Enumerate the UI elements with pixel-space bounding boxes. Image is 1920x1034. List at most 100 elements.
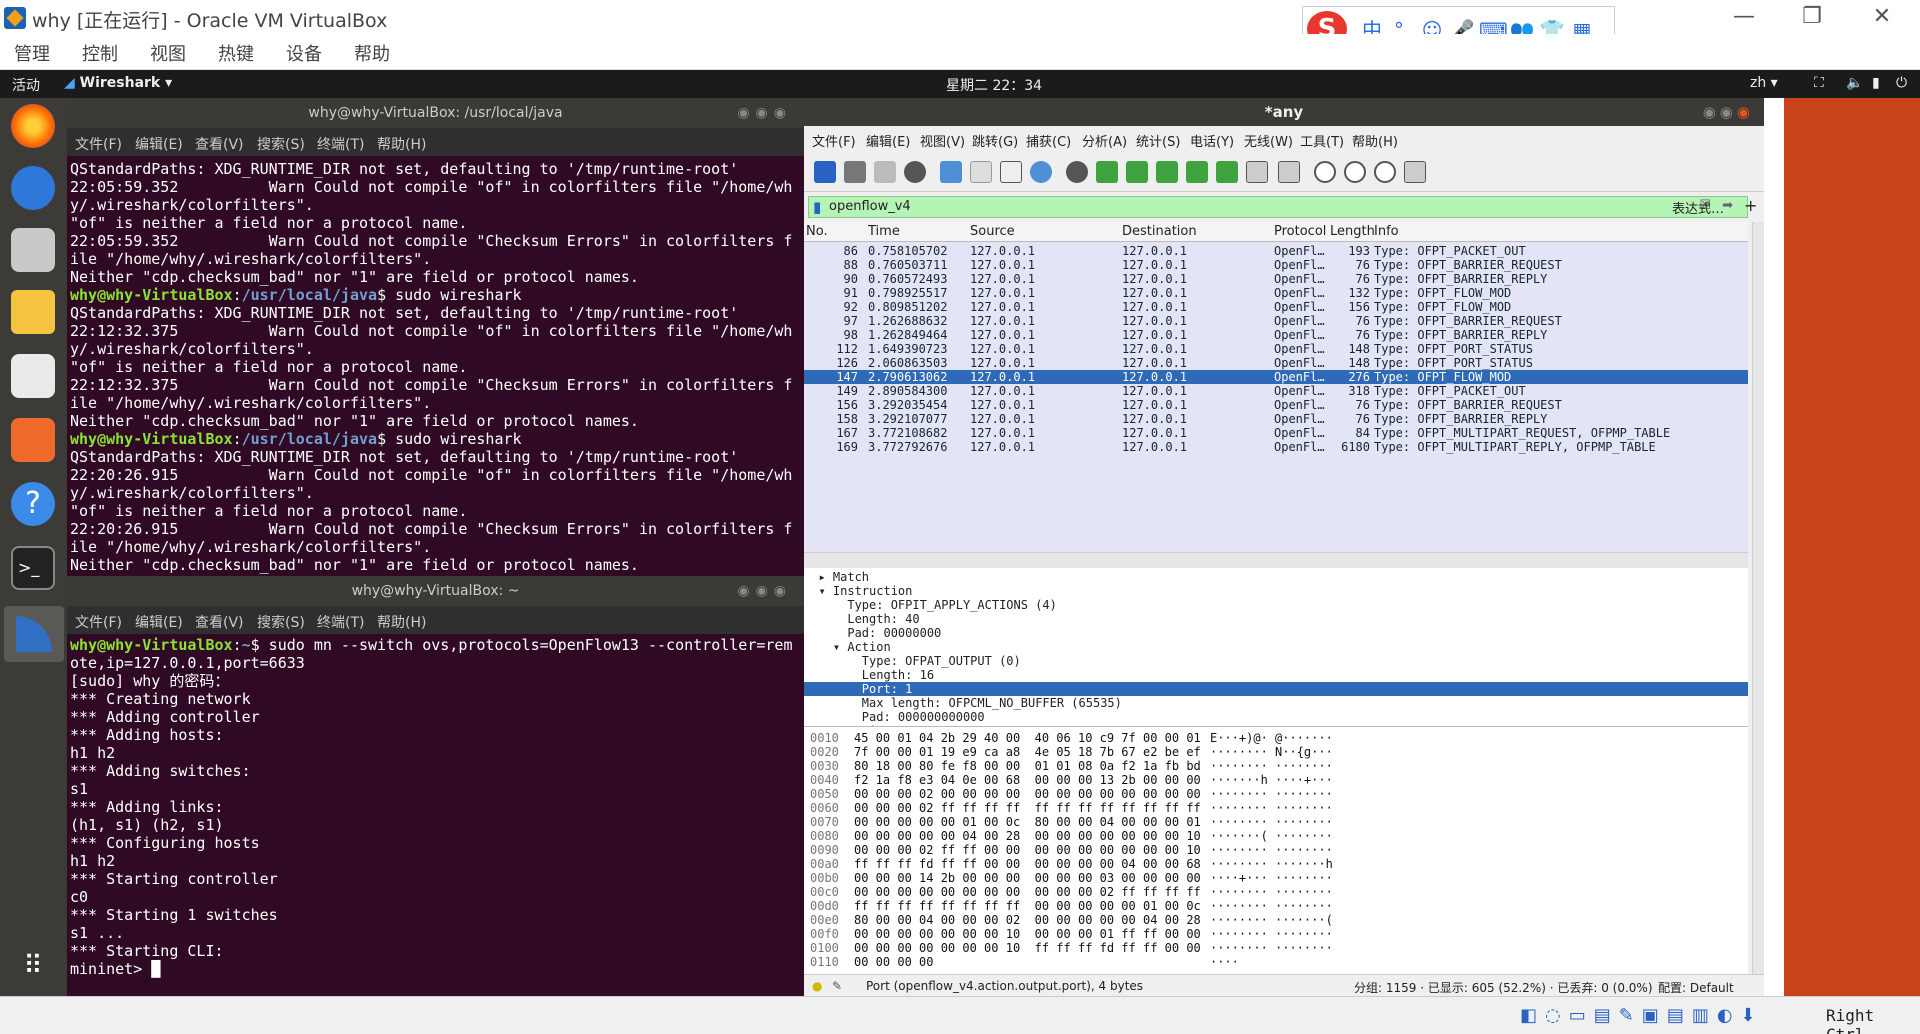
detail-node[interactable]: Type: OFPIT_APPLY_ACTIONS (4) xyxy=(804,598,1748,612)
expert-info-icon[interactable]: ● xyxy=(812,979,822,993)
ws-menu-analyze[interactable]: 分析(A) xyxy=(1082,131,1127,150)
t2-menu-terminal[interactable]: 终端(T) xyxy=(317,612,364,632)
t2-menu-edit[interactable]: 编辑(E) xyxy=(135,612,183,632)
packet-row[interactable]: 97 1.262688632 127.0.0.1 127.0.0.1 OpenFl… 76… xyxy=(804,314,1748,328)
packet-row[interactable]: 156 3.292035454 127.0.0.1 127.0.0.1 OpenFl… 7… xyxy=(804,398,1748,412)
go-to-packet-icon[interactable] xyxy=(1156,161,1178,183)
col-time[interactable]: Time xyxy=(868,224,900,239)
ws-menu-telephony[interactable]: 电话(Y) xyxy=(1190,131,1234,150)
save-file-icon[interactable] xyxy=(970,161,992,183)
packet-row[interactable]: 88 0.760503711 127.0.0.1 127.0.0.1 OpenFl… 76… xyxy=(804,258,1748,272)
packet-row[interactable]: 167 3.772108682 127.0.0.1 127.0.0.1 OpenFl… 8… xyxy=(804,426,1748,440)
packet-row[interactable]: 90 0.760572493 127.0.0.1 127.0.0.1 OpenFl… 76… xyxy=(804,272,1748,286)
detail-node[interactable]: ▸ Match xyxy=(804,570,1748,584)
expression-button[interactable]: 表达式… xyxy=(1672,198,1724,217)
packet-row[interactable]: 98 1.262849464 127.0.0.1 127.0.0.1 OpenFl… 76… xyxy=(804,328,1748,342)
packet-bytes-pane[interactable]: 0010 45 00 01 04 2b 29 40 00 40 06 10 c9 … xyxy=(804,726,1748,974)
edit-comment-icon[interactable]: ✎ xyxy=(832,979,842,993)
bytes-vscrollbar[interactable] xyxy=(1752,726,1764,974)
packet-row[interactable]: 92 0.809851202 127.0.0.1 127.0.0.1 OpenFl… 15… xyxy=(804,300,1748,314)
detail-node[interactable]: ▾ Instruction xyxy=(804,584,1748,598)
packet-row[interactable]: 147 2.790613062 127.0.0.1 127.0.0.1 OpenFl… 2… xyxy=(804,370,1748,384)
col-length[interactable]: Length xyxy=(1330,224,1375,239)
terminal1-window-controls[interactable]: ◉◉◉ xyxy=(737,98,792,128)
t1-menu-terminal[interactable]: 终端(T) xyxy=(317,134,364,154)
terminal2-output[interactable]: why@why-VirtualBox:~$ sudo mn --switch o… xyxy=(67,634,804,996)
ws-menu-edit[interactable]: 编辑(E) xyxy=(866,131,910,150)
display-filter-bar[interactable]: ▮ openflow_v4 ☒ ➡ xyxy=(808,196,1748,218)
t1-menu-search[interactable]: 搜索(S) xyxy=(257,134,305,154)
autoscroll-icon[interactable] xyxy=(1246,161,1268,183)
restore-icon[interactable]: ❐ xyxy=(1792,4,1832,29)
packet-row[interactable]: 112 1.649390723 127.0.0.1 127.0.0.1 OpenFl… 1… xyxy=(804,342,1748,356)
packet-list-vscrollbar[interactable] xyxy=(1752,222,1764,568)
vbox-menu-view[interactable]: 视图 xyxy=(150,40,186,66)
go-forward-icon[interactable] xyxy=(1126,161,1148,183)
help-icon[interactable]: ? xyxy=(11,482,55,526)
zoom-normal-icon[interactable] xyxy=(1374,161,1396,183)
packet-list-hscrollbar[interactable] xyxy=(804,552,1748,568)
packet-row[interactable]: 149 2.890584300 127.0.0.1 127.0.0.1 OpenFl… 3… xyxy=(804,384,1748,398)
detail-node[interactable]: Length: 40 xyxy=(804,612,1748,626)
bookmark-icon[interactable]: ▮ xyxy=(813,198,821,216)
open-file-icon[interactable] xyxy=(940,161,962,183)
detail-node[interactable]: ▾ Action xyxy=(804,640,1748,654)
vbox-menu-hotkey[interactable]: 热键 xyxy=(218,40,254,66)
ws-menu-file[interactable]: 文件(F) xyxy=(812,131,856,150)
packet-row[interactable]: 169 3.772792676 127.0.0.1 127.0.0.1 OpenFl… 6… xyxy=(804,440,1748,454)
col-protocol[interactable]: Protocol xyxy=(1274,224,1326,239)
details-vscrollbar[interactable] xyxy=(1752,568,1764,726)
col-info[interactable]: Info xyxy=(1374,224,1399,239)
software-center-icon[interactable] xyxy=(11,418,55,462)
t2-menu-help[interactable]: 帮助(H) xyxy=(377,612,426,632)
t1-menu-edit[interactable]: 编辑(E) xyxy=(135,134,183,154)
ws-menu-capture[interactable]: 捕获(C) xyxy=(1026,131,1071,150)
t2-menu-search[interactable]: 搜索(S) xyxy=(257,612,305,632)
thunderbird-icon[interactable] xyxy=(11,166,55,210)
activities-button[interactable]: 活动 xyxy=(12,75,40,95)
t2-menu-view[interactable]: 查看(V) xyxy=(195,612,244,632)
network-icon[interactable]: ⛶ xyxy=(1814,75,1824,91)
last-packet-icon[interactable] xyxy=(1216,161,1238,183)
reload-icon[interactable] xyxy=(1030,161,1052,183)
language-indicator[interactable]: zh ▾ xyxy=(1750,75,1778,91)
filter-input[interactable]: openflow_v4 xyxy=(829,199,911,214)
detail-node[interactable]: Pad: 00000000 xyxy=(804,626,1748,640)
files-icon[interactable] xyxy=(11,228,55,272)
zoom-out-icon[interactable] xyxy=(1344,161,1366,183)
vbox-menu-devices[interactable]: 设备 xyxy=(286,40,322,66)
terminal1-output[interactable]: QStandardPaths: XDG_RUNTIME_DIR not set,… xyxy=(67,156,804,576)
ws-menu-view[interactable]: 视图(V) xyxy=(920,131,965,150)
packet-row[interactable]: 158 3.292107077 127.0.0.1 127.0.0.1 OpenFl… 7… xyxy=(804,412,1748,426)
close-file-icon[interactable] xyxy=(1000,161,1022,183)
col-source[interactable]: Source xyxy=(970,224,1015,239)
power-icon[interactable]: ⏻ xyxy=(1896,75,1907,91)
restart-capture-icon[interactable] xyxy=(874,161,896,183)
clock[interactable]: 星期二 22：34 xyxy=(946,75,1042,95)
col-destination[interactable]: Destination xyxy=(1122,224,1197,239)
find-packet-icon[interactable] xyxy=(1066,161,1088,183)
close-icon[interactable]: ✕ xyxy=(1862,4,1902,29)
add-filter-button[interactable]: + xyxy=(1744,196,1757,215)
rhythmbox-icon[interactable] xyxy=(11,290,55,334)
t1-menu-file[interactable]: 文件(F) xyxy=(75,134,122,154)
ws-menu-wireless[interactable]: 无线(W) xyxy=(1244,131,1293,150)
battery-icon[interactable]: ▮ xyxy=(1872,75,1880,91)
colorize-icon[interactable] xyxy=(1278,161,1300,183)
vbox-menu-help[interactable]: 帮助 xyxy=(354,40,390,66)
wireshark-dock-icon[interactable] xyxy=(4,606,64,662)
resize-columns-icon[interactable] xyxy=(1404,161,1426,183)
go-back-icon[interactable] xyxy=(1096,161,1118,183)
vbox-device-icons[interactable]: ◧◌▭▤✎▣▤▥◐⬇ xyxy=(1520,1005,1764,1026)
t2-menu-file[interactable]: 文件(F) xyxy=(75,612,122,632)
zoom-in-icon[interactable] xyxy=(1314,161,1336,183)
packet-row[interactable]: 91 0.798925517 127.0.0.1 127.0.0.1 OpenFl… 13… xyxy=(804,286,1748,300)
vbox-menu-manage[interactable]: 管理 xyxy=(14,40,50,66)
terminal2-window-controls[interactable]: ◉◉◉ xyxy=(737,576,792,606)
ws-menu-statistics[interactable]: 统计(S) xyxy=(1136,131,1180,150)
libreoffice-writer-icon[interactable] xyxy=(11,354,55,398)
packet-list[interactable]: 86 0.758105702 127.0.0.1 127.0.0.1 OpenFl… 19… xyxy=(804,242,1748,552)
capture-options-icon[interactable] xyxy=(904,161,926,183)
packet-row[interactable]: 126 2.060863503 127.0.0.1 127.0.0.1 OpenFl… 1… xyxy=(804,356,1748,370)
detail-node[interactable]: Max length: OFPCML_NO_BUFFER (65535) xyxy=(804,696,1748,710)
